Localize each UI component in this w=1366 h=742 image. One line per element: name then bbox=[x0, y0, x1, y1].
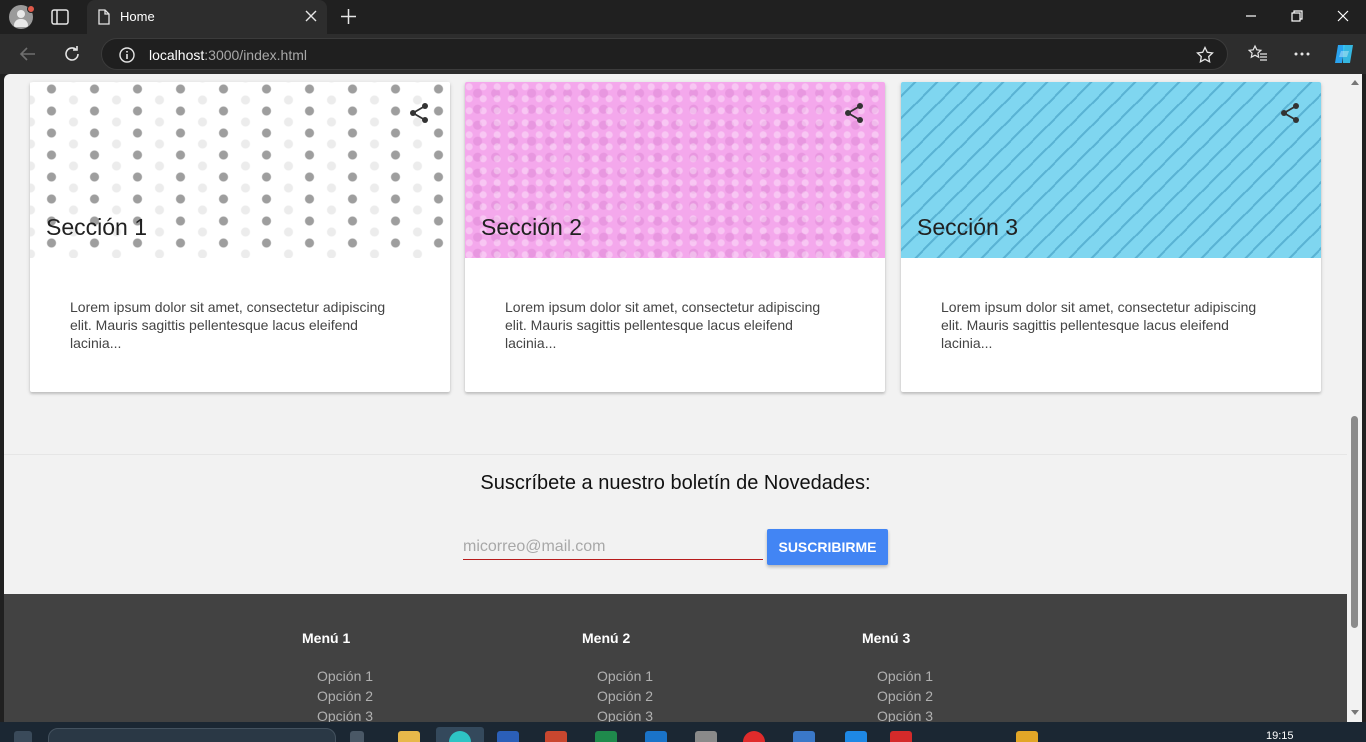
section-text-3: Lorem ipsum dolor sit amet, consectetur … bbox=[941, 299, 1257, 351]
footer-menu-title: Menú 3 bbox=[862, 630, 911, 646]
start-icon[interactable] bbox=[14, 731, 32, 742]
page-scrollbar[interactable] bbox=[1347, 74, 1362, 722]
excel-icon[interactable] bbox=[595, 731, 617, 742]
newsletter-title: Suscríbete a nuestro boletín de Novedade… bbox=[480, 472, 871, 494]
app-icon[interactable] bbox=[845, 731, 867, 742]
browser-title-bar: Home bbox=[0, 0, 1366, 34]
app-icon[interactable] bbox=[645, 731, 667, 742]
footer-menu-item[interactable]: Opción 1 bbox=[317, 668, 502, 688]
footer: Menú 1 Opción 1 Opción 2 Opción 3 Menú 2… bbox=[4, 594, 1347, 722]
reload-icon[interactable] bbox=[62, 44, 82, 64]
footer-menu-item[interactable]: Opción 1 bbox=[877, 668, 1062, 688]
url-text: localhost:3000/index.html bbox=[149, 47, 307, 63]
close-window-icon[interactable] bbox=[1336, 9, 1350, 23]
scroll-down-arrow-icon[interactable] bbox=[1351, 710, 1359, 715]
taskbar-search[interactable] bbox=[48, 728, 336, 742]
vertical-tabs-icon bbox=[51, 9, 69, 25]
scrollbar-thumb[interactable] bbox=[1351, 416, 1358, 628]
close-tab-icon[interactable] bbox=[305, 10, 317, 22]
app-icon[interactable] bbox=[890, 731, 912, 742]
address-bar[interactable]: localhost:3000/index.html bbox=[101, 38, 1228, 70]
tab-home[interactable]: Home bbox=[87, 0, 327, 34]
section-title-2: Sección 2 bbox=[481, 214, 583, 240]
page-viewport: Sección 1 Lorem ipsum dolor sit amet, co… bbox=[4, 74, 1347, 722]
footer-menu-list: Opción 1 Opción 2 Opción 3 bbox=[302, 668, 502, 722]
subscribe-button[interactable]: SUSCRIBIRME bbox=[767, 529, 888, 565]
footer-menu-item[interactable]: Opción 2 bbox=[317, 688, 502, 708]
section-divider bbox=[4, 454, 1347, 455]
footer-menu-list: Opción 1 Opción 2 Opción 3 bbox=[862, 668, 1062, 722]
taskbar-clock: 19:15 bbox=[1266, 730, 1294, 742]
powerpoint-icon[interactable] bbox=[545, 731, 567, 742]
section-card-2: Sección 2 Lorem ipsum dolor sit amet, co… bbox=[465, 82, 885, 392]
section-card-3: Sección 3 Lorem ipsum dolor sit amet, co… bbox=[901, 82, 1321, 392]
avatar-head bbox=[17, 10, 25, 18]
avatar-body bbox=[14, 19, 28, 27]
site-info-icon[interactable] bbox=[118, 46, 136, 64]
profile-avatar[interactable] bbox=[9, 5, 35, 29]
new-tab-icon[interactable] bbox=[340, 8, 357, 25]
word-icon[interactable] bbox=[497, 731, 519, 742]
footer-menu-item[interactable]: Opción 3 bbox=[877, 708, 1062, 722]
section-title-1: Sección 1 bbox=[46, 214, 148, 240]
footer-menu-3: Menú 3 Opción 1 Opción 2 Opción 3 bbox=[862, 630, 1062, 722]
tab-actions-button[interactable] bbox=[50, 8, 70, 26]
footer-menu-item[interactable]: Opción 1 bbox=[597, 668, 782, 688]
share-icon[interactable] bbox=[843, 102, 865, 124]
footer-menu-item[interactable]: Opción 2 bbox=[877, 688, 1062, 708]
section-title-3: Sección 3 bbox=[917, 214, 1019, 240]
minimize-icon[interactable] bbox=[1244, 9, 1258, 23]
copilot-icon[interactable] bbox=[1332, 42, 1356, 66]
task-view-icon[interactable] bbox=[350, 731, 364, 742]
footer-menu-item[interactable]: Opción 3 bbox=[597, 708, 782, 722]
url-host: localhost bbox=[149, 47, 205, 63]
footer-menu-title: Menú 2 bbox=[582, 630, 631, 646]
section-text-2: Lorem ipsum dolor sit amet, consectetur … bbox=[505, 299, 821, 351]
favorites-icon[interactable] bbox=[1248, 44, 1268, 64]
footer-menu-list: Opción 1 Opción 2 Opción 3 bbox=[582, 668, 782, 722]
windows-taskbar: 19:15 bbox=[0, 722, 1366, 742]
app-icon[interactable] bbox=[743, 731, 765, 742]
app-icon[interactable] bbox=[695, 731, 717, 742]
back-arrow-icon[interactable] bbox=[18, 44, 38, 64]
browser-toolbar: localhost:3000/index.html bbox=[0, 34, 1366, 74]
restore-icon[interactable] bbox=[1290, 9, 1304, 23]
scroll-up-arrow-icon[interactable] bbox=[1351, 80, 1359, 85]
section-text-1: Lorem ipsum dolor sit amet, consectetur … bbox=[70, 299, 386, 351]
footer-menu-1: Menú 1 Opción 1 Opción 2 Opción 3 bbox=[302, 630, 502, 722]
section-card-1: Sección 1 Lorem ipsum dolor sit amet, co… bbox=[30, 82, 450, 392]
file-explorer-icon[interactable] bbox=[398, 731, 420, 742]
share-icon[interactable] bbox=[1279, 102, 1301, 124]
app-icon[interactable] bbox=[1016, 731, 1038, 742]
footer-menu-2: Menú 2 Opción 1 Opción 2 Opción 3 bbox=[582, 630, 782, 722]
vscode-icon[interactable] bbox=[793, 731, 815, 742]
footer-menu-item[interactable]: Opción 3 bbox=[317, 708, 502, 722]
url-path: :3000/index.html bbox=[204, 47, 307, 63]
email-field[interactable] bbox=[463, 534, 763, 560]
favorite-star-icon[interactable] bbox=[1196, 46, 1214, 64]
page-icon bbox=[98, 9, 110, 25]
notification-dot bbox=[27, 5, 35, 13]
more-options-icon[interactable] bbox=[1292, 44, 1312, 64]
tab-title: Home bbox=[120, 9, 155, 24]
footer-menu-item[interactable]: Opción 2 bbox=[597, 688, 782, 708]
share-icon[interactable] bbox=[408, 102, 430, 124]
footer-menu-title: Menú 1 bbox=[302, 630, 351, 646]
